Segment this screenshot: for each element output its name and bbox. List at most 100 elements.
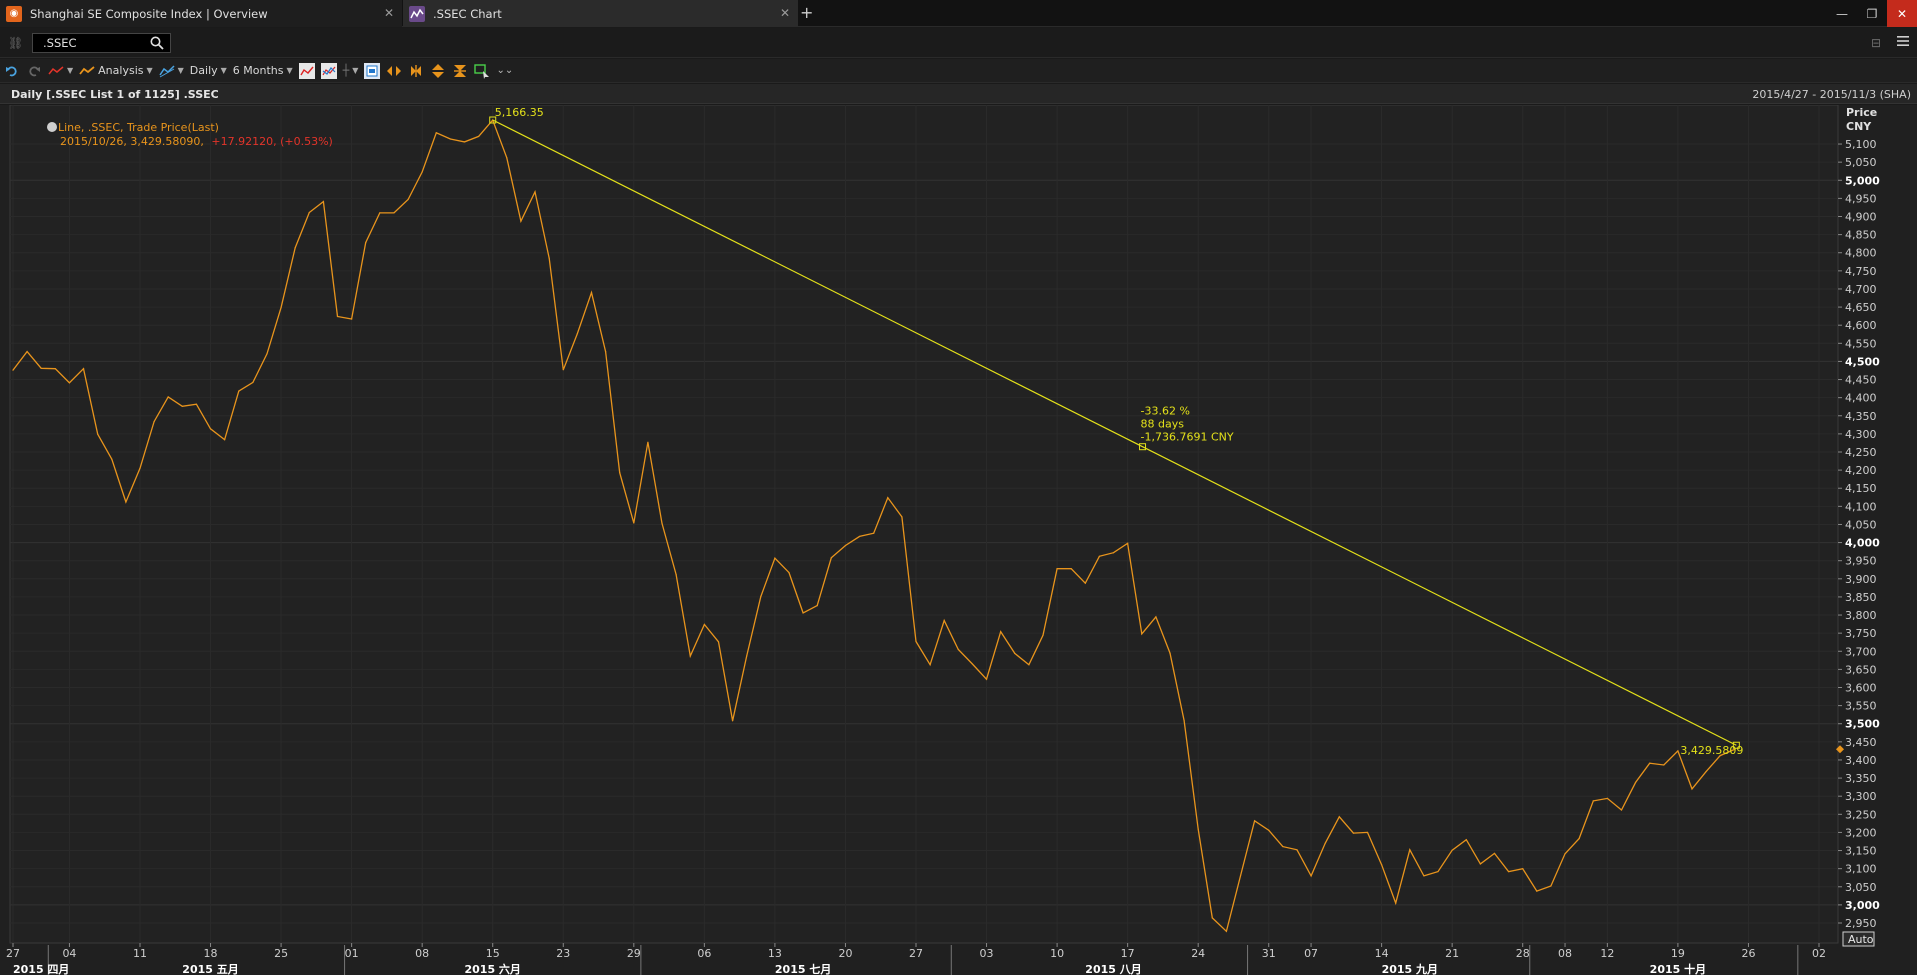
price-point <box>633 522 635 524</box>
y-tick-label: 4,750 <box>1845 265 1877 278</box>
price-point <box>1677 750 1679 752</box>
crosshair-button[interactable]: ┼ ▼ <box>343 62 359 80</box>
y-tick-label: 4,250 <box>1845 446 1877 459</box>
price-point <box>647 441 649 443</box>
chart-header: Daily [.SSEC List 1 of 1125] .SSEC 2015/… <box>0 84 1917 104</box>
currency-label: CNY <box>1846 120 1872 133</box>
price-point <box>619 472 621 474</box>
y-tick-label: 3,800 <box>1845 609 1877 622</box>
x-tick-label: 20 <box>838 947 852 960</box>
price-point <box>1282 845 1284 848</box>
redo-icon[interactable] <box>26 63 42 79</box>
export-icon[interactable] <box>364 62 381 79</box>
price-point <box>604 351 607 353</box>
legend-values: 2015/10/26, 3,429.58090, +17.92120, (+0.… <box>60 135 333 148</box>
month-label: 2015 五月 <box>182 963 238 975</box>
date-axis[interactable]: 27 04 11 18 25 01 08 15 23 29 06 13 20 27 03 10 17 24 31 07… <box>6 943 1826 975</box>
tab-overview-label: Shanghai SE Composite Index | Overview <box>30 6 268 21</box>
undo-icon[interactable] <box>4 63 20 79</box>
close-icon[interactable]: ✕ <box>780 6 790 20</box>
interval-dropdown[interactable]: Daily ▼ <box>190 62 227 80</box>
y-tick-label: 5,000 <box>1845 174 1880 187</box>
price-point <box>294 247 296 249</box>
analysis-button[interactable]: Analysis ▼ <box>79 62 153 80</box>
price-point <box>1112 552 1115 554</box>
y-tick-label: 4,650 <box>1845 301 1877 314</box>
tab-overview[interactable]: ◉ Shanghai SE Composite Index | Overview… <box>0 0 402 27</box>
price-point <box>1127 542 1129 544</box>
price-axis[interactable]: 2,950 3,000 3,050 3,100 3,150 3,200 3,250 3,300… <box>1836 138 1880 930</box>
new-tab-icon[interactable]: + <box>800 3 813 22</box>
price-point <box>816 605 818 607</box>
price-point <box>534 191 536 193</box>
zoom-box-icon[interactable] <box>474 63 490 79</box>
search-icon[interactable] <box>150 36 164 50</box>
x-tick-label: 02 <box>1812 947 1826 960</box>
price-point <box>209 428 212 430</box>
chart-area[interactable]: 5,166.35 -33.62 % 88 days -1,736.7691 CNY 3,… <box>0 104 1917 975</box>
more-tools-icon[interactable]: ⌄⌄ <box>496 62 513 80</box>
close-window-icon[interactable]: ✕ <box>1887 0 1917 27</box>
price-point <box>802 612 804 614</box>
y-tick-label: 4,150 <box>1845 482 1877 495</box>
price-point <box>336 315 339 318</box>
y-tick-label: 4,350 <box>1845 410 1877 423</box>
price-point <box>1381 864 1383 866</box>
price-point <box>548 257 550 259</box>
search-input[interactable] <box>33 36 143 50</box>
layout-icon[interactable]: ⊟ <box>1871 36 1881 50</box>
tab-chart[interactable]: .SSEC Chart ✕ <box>403 0 798 27</box>
price-point <box>407 198 409 201</box>
zoom-vertical-icon[interactable] <box>452 63 468 79</box>
price-point <box>576 332 578 335</box>
price-point <box>449 138 451 140</box>
period-dropdown[interactable]: 6 Months ▼ <box>233 62 293 80</box>
y-tick-label: 3,100 <box>1845 863 1877 876</box>
price-point <box>985 678 988 680</box>
y-tick-label: 3,050 <box>1845 881 1877 894</box>
price-point <box>788 572 790 574</box>
price-point <box>280 306 282 309</box>
y-tick-label: 4,450 <box>1845 374 1877 387</box>
price-point <box>746 655 748 657</box>
scroll-vertical-icon[interactable] <box>430 63 446 79</box>
trend-days-label: 88 days <box>1141 418 1185 431</box>
minimize-icon[interactable]: — <box>1827 0 1857 27</box>
link-icon[interactable]: ⛓ <box>8 36 23 50</box>
price-point <box>731 720 734 722</box>
zoom-horizontal-icon[interactable] <box>408 63 424 79</box>
compare-chart-icon[interactable] <box>320 62 337 79</box>
line-chart-icon[interactable] <box>298 62 315 79</box>
price-point <box>957 648 959 651</box>
x-tick-label: 27 <box>909 947 923 960</box>
interval-label: Daily <box>189 64 218 77</box>
x-tick-label: 07 <box>1304 947 1318 960</box>
restore-icon[interactable]: ❐ <box>1857 0 1887 27</box>
month-label: 2015 十月 <box>1650 962 1706 975</box>
y-tick-label: 3,150 <box>1845 845 1877 858</box>
price-point <box>1310 875 1312 877</box>
menu-icon[interactable] <box>1895 33 1911 49</box>
y-tick-label: 3,350 <box>1845 772 1877 785</box>
scroll-horizontal-icon[interactable] <box>386 63 402 79</box>
y-tick-label: 3,550 <box>1845 700 1877 713</box>
x-tick-label: 29 <box>627 947 641 960</box>
search-box[interactable] <box>32 33 171 53</box>
y-tick-label: 4,900 <box>1845 211 1877 224</box>
price-point <box>308 211 310 214</box>
price-point <box>520 220 522 222</box>
price-point <box>830 557 832 559</box>
legend-toggle-icon[interactable] <box>47 122 57 132</box>
price-point <box>1606 797 1608 799</box>
y-tick-label: 3,200 <box>1845 826 1877 839</box>
price-point <box>1084 582 1086 584</box>
legend-last-point: 2015/10/26, 3,429.58090, <box>60 135 204 148</box>
price-point <box>12 369 14 371</box>
price-point <box>1338 816 1340 818</box>
drawing-tools-button[interactable]: ▼ <box>159 62 184 80</box>
close-icon[interactable]: ✕ <box>384 6 394 20</box>
price-point <box>774 557 776 559</box>
price-chart[interactable]: 5,166.35 -33.62 %88 days-1,736.7691 CNY 3,… <box>0 104 1917 975</box>
chart-type-button[interactable]: ▼ <box>48 62 73 80</box>
price-point <box>1211 917 1213 919</box>
